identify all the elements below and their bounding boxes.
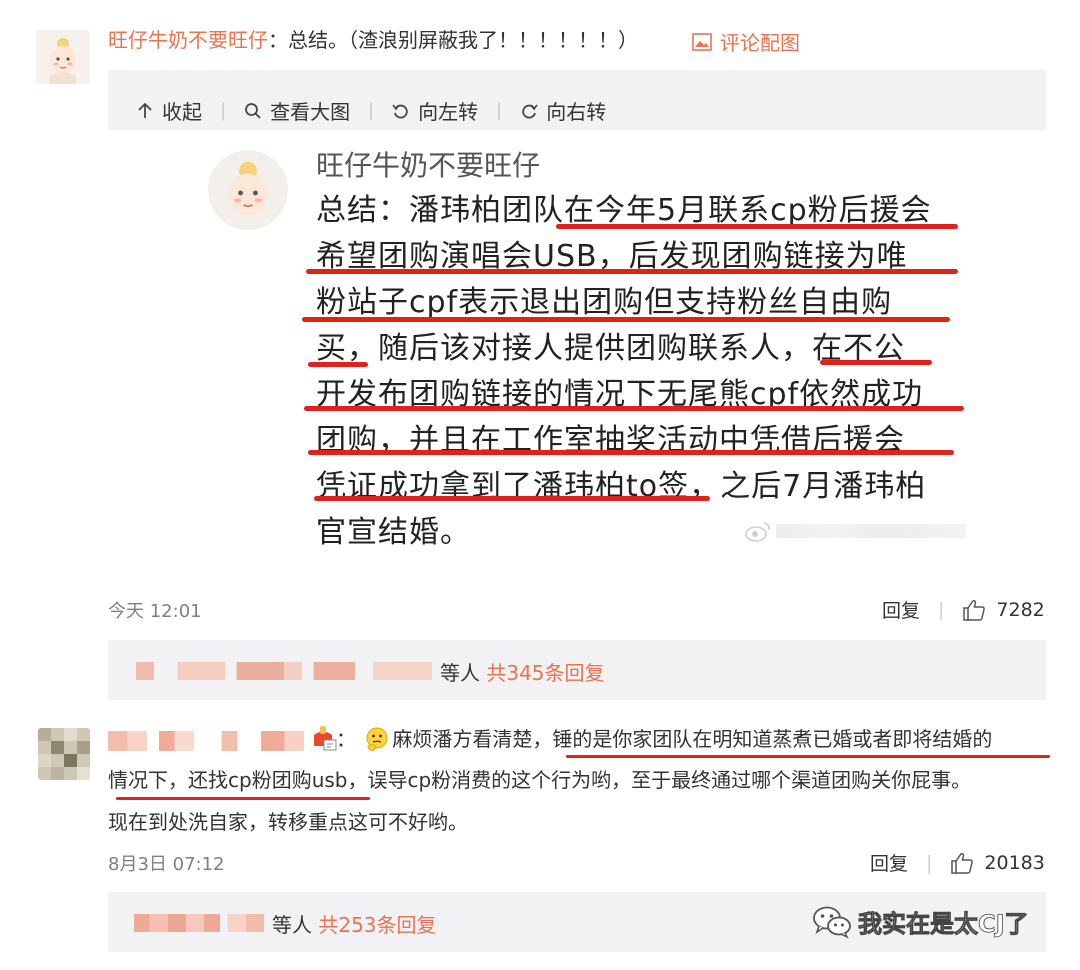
- highlight-underline: [314, 496, 710, 501]
- view-large-label: 查看大图: [270, 100, 351, 124]
- comment-body-line2: 情况下，还找cp粉团购usb，误导cp粉消费的这个行为哟，至于最终通过哪个渠道团…: [108, 768, 972, 792]
- reply-button[interactable]: 回复: [870, 849, 908, 876]
- view-large-button[interactable]: 查看大图: [244, 96, 350, 125]
- like-count: 20183: [984, 851, 1045, 874]
- comment-actions: 回复 | 7282: [882, 596, 1045, 623]
- highlight-underline: [304, 406, 964, 411]
- comment-actions: 回复 | 20183: [870, 849, 1045, 876]
- rotate-left-icon: [392, 104, 408, 118]
- reply-button[interactable]: 回复: [882, 596, 920, 623]
- avatar[interactable]: [38, 728, 90, 780]
- toolbar-divider: |: [496, 100, 503, 121]
- comment-header: 旺仔牛奶不要旺仔：总结。（渣浪别屏蔽我了！！！！！！）: [108, 24, 638, 56]
- reply-summary-etc: 等人: [440, 661, 480, 685]
- blurred-username[interactable]: [108, 731, 304, 751]
- badge-icon: [314, 726, 337, 751]
- image-text-line: 凭证成功拿到了潘玮柏to签，之后7月潘玮柏: [316, 469, 927, 504]
- toolbar-divider: |: [220, 100, 227, 121]
- highlight-underline: [820, 360, 932, 365]
- comment-image-label: 评论配图: [720, 31, 800, 55]
- comment-colon: ：: [336, 727, 356, 751]
- collapse-label: 收起: [162, 100, 202, 124]
- reply-summary-text: 等人 共345条回复: [440, 657, 605, 686]
- image-avatar: [208, 150, 288, 230]
- highlight-underline: [306, 269, 958, 274]
- action-divider: |: [926, 851, 933, 874]
- toolbar-divider: |: [368, 100, 375, 121]
- image-text-line: 开发布团购链接的情况下无尾熊cpf依然成功: [316, 377, 924, 412]
- comment-body-line3: 现在到处洗自家，转移重点这可不好哟。: [108, 810, 468, 834]
- comment-text: 麻烦潘方看清楚，锤的是你家团队在明知道蒸煮已婚或者即将结婚的: [392, 727, 993, 751]
- reply-summary-etc: 等人: [272, 913, 312, 937]
- rotate-right-label: 向右转: [546, 100, 607, 124]
- highlight-underline: [556, 224, 958, 229]
- comment-body-line1: ： 麻烦潘方看清楚，锤的是你家团队在明知道蒸煮已婚或者即将结婚的: [336, 723, 992, 755]
- wechat-watermark: 我实在是太CJ了: [812, 904, 1029, 939]
- wechat-logo-icon: [813, 906, 851, 939]
- rotate-right-icon: [522, 104, 538, 118]
- comment-time: 8月3日 07:12: [108, 854, 225, 875]
- reply-count-link[interactable]: 共345条回复: [486, 661, 604, 685]
- comment-text: 总结。（渣浪别屏蔽我了！！！！！！）: [288, 28, 638, 52]
- reply-summary-box[interactable]: 等人 共345条回复: [108, 640, 1046, 700]
- like-count: 7282: [996, 598, 1045, 621]
- comment-image-link[interactable]: 评论配图: [692, 27, 800, 56]
- rotate-left-button[interactable]: 向左转: [392, 96, 478, 125]
- blurred-usernames: [134, 914, 264, 932]
- cartoon-girl-avatar-image: [36, 30, 90, 84]
- image-text-line: 买，随后该对接人提供团购联系人，在不公: [316, 331, 905, 366]
- comment-image[interactable]: 旺仔牛奶不要旺仔 总结：潘玮柏团队在今年5月联系cp粉后援会 希望团购演唱会US…: [108, 130, 1046, 580]
- image-viewer-panel: 收起 | 查看大图 | 向左转 | 向右转 旺仔牛奶不要旺仔 总结：潘玮柏团队在…: [108, 70, 1046, 580]
- watermark-text: 我实在是太CJ了: [858, 910, 1029, 939]
- highlight-underline: [308, 362, 368, 367]
- reply-summary-text: 等人 共253条回复: [272, 909, 437, 938]
- arrow-up-icon: [138, 102, 152, 118]
- image-icon: [692, 32, 712, 51]
- image-username: 旺仔牛奶不要旺仔: [316, 149, 541, 182]
- reply-count-link[interactable]: 共253条回复: [318, 913, 436, 937]
- like-thumb-icon[interactable]: [950, 852, 974, 874]
- thinking-emoji-icon: [366, 727, 388, 752]
- highlight-underline: [566, 755, 1050, 758]
- highlight-underline: [302, 317, 950, 322]
- blurred-avatar-image: [38, 728, 90, 780]
- highlight-underline: [308, 450, 954, 455]
- action-divider: |: [938, 598, 945, 621]
- image-watermark: [744, 520, 966, 542]
- comment-username[interactable]: 旺仔牛奶不要旺仔: [108, 28, 268, 52]
- image-text-line: 团购，并且在工作室抽奖活动中凭借后援会: [316, 423, 905, 458]
- like-thumb-icon[interactable]: [962, 599, 986, 621]
- cartoon-girl-avatar-image: [208, 150, 288, 230]
- highlight-underline: [116, 797, 370, 800]
- image-toolbar: 收起 | 查看大图 | 向左转 | 向右转: [136, 96, 606, 125]
- blurred-usernames: [136, 662, 432, 680]
- avatar[interactable]: [36, 30, 90, 84]
- rotate-left-label: 向左转: [418, 100, 479, 124]
- collapse-button[interactable]: 收起: [136, 96, 202, 125]
- comment-time: 今天 12:01: [108, 601, 202, 622]
- weibo-logo-icon: [745, 522, 770, 542]
- blurred-watermark-text: [776, 524, 966, 538]
- search-icon: [245, 102, 261, 119]
- rotate-right-button[interactable]: 向右转: [520, 96, 606, 125]
- comment-separator: ：: [268, 28, 288, 52]
